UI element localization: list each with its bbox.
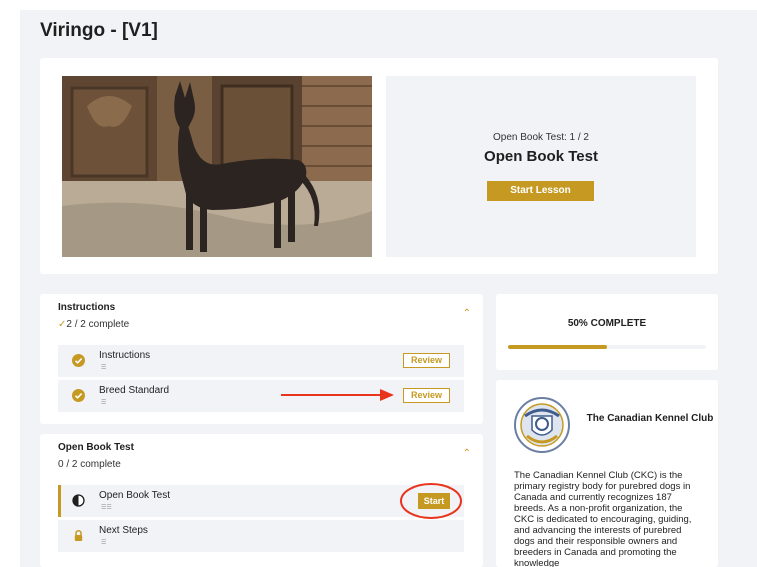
red-arrow-annotation bbox=[281, 389, 394, 401]
annotation-overlay bbox=[281, 389, 462, 519]
red-circle-annotation bbox=[400, 483, 462, 519]
